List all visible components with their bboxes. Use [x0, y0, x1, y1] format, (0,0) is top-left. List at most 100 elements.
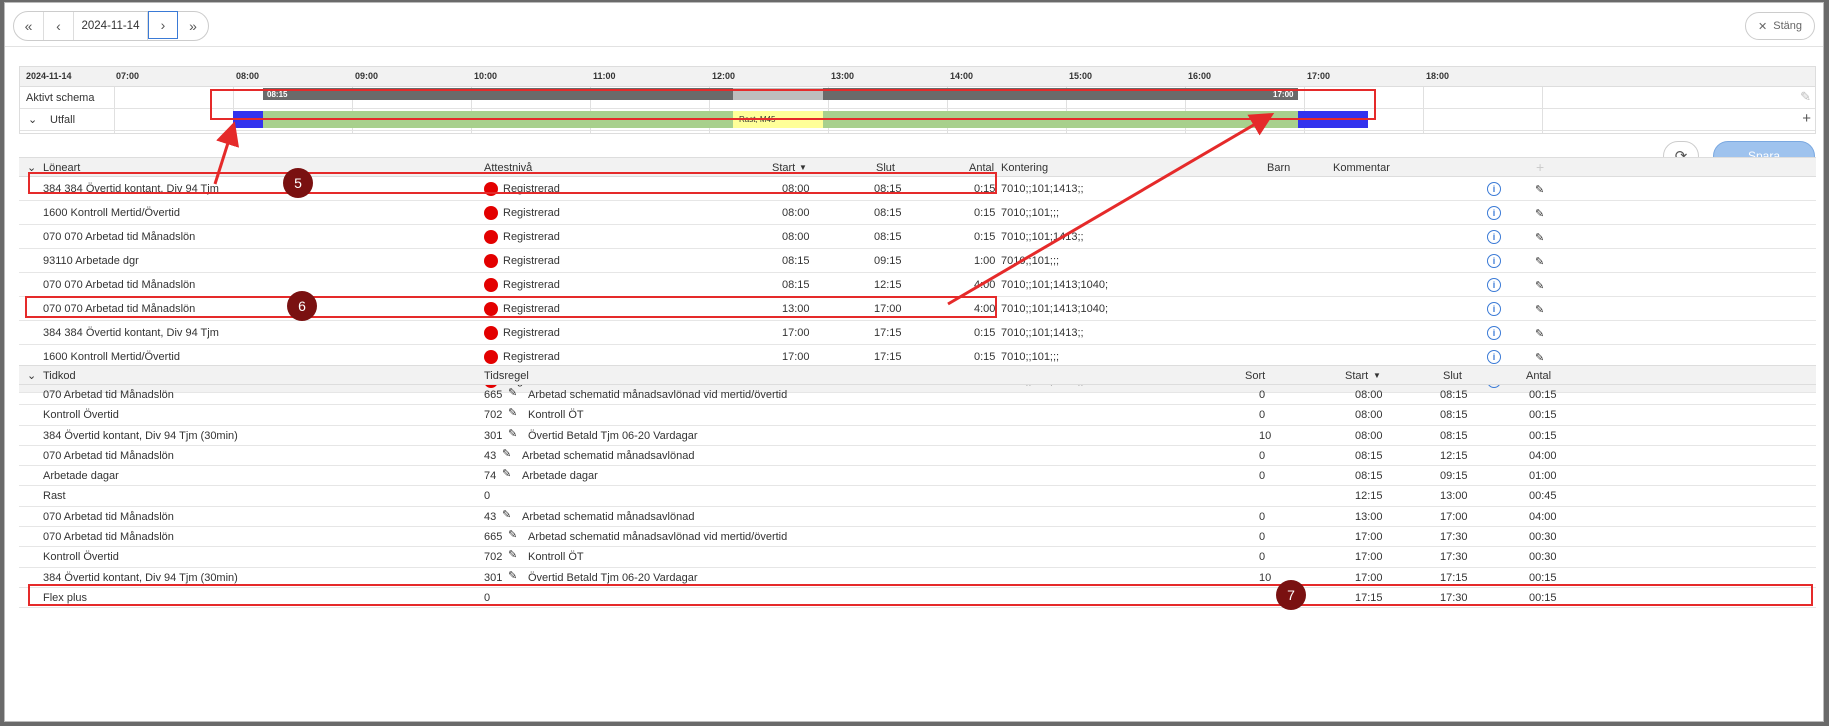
col-header[interactable]: Kontering: [1001, 162, 1048, 174]
sort-value: 0: [1259, 531, 1266, 544]
amount: 01:00: [1529, 470, 1557, 483]
close-button[interactable]: ✕ Stäng: [1745, 12, 1815, 40]
pencil-icon[interactable]: ✎: [508, 569, 517, 582]
pencil-icon[interactable]: ✎: [1535, 255, 1544, 268]
col-header[interactable]: Sort: [1245, 370, 1265, 382]
col-header[interactable]: Barn: [1267, 162, 1290, 174]
table-row[interactable]: 070 Arbetad tid Månadslön 665 ✎ Arbetad sch…: [19, 527, 1816, 548]
table-row[interactable]: Rast 0 12:15 13:00 00:45: [19, 486, 1816, 507]
pencil-icon[interactable]: ✎: [1535, 279, 1544, 292]
prev-day-icon[interactable]: ‹: [44, 12, 74, 40]
add-icon[interactable]: +: [1536, 159, 1544, 175]
table-row[interactable]: Kontroll Övertid 702 ✎ Kontroll ÖT 0 17:00 17:…: [19, 547, 1816, 568]
info-icon[interactable]: i: [1487, 278, 1501, 292]
pencil-icon[interactable]: ✎: [502, 467, 511, 480]
hour-label: 14:00: [950, 71, 974, 81]
pencil-icon[interactable]: ✎: [508, 386, 517, 399]
last-page-icon[interactable]: »: [178, 12, 208, 40]
rule-number: 74: [484, 470, 497, 483]
amount: 4:00: [974, 279, 996, 291]
chevron-down-icon[interactable]: ⌄: [28, 113, 37, 126]
pencil-icon[interactable]: ✎: [1535, 207, 1544, 220]
rule-text: Arbetad schematid månadsavlönad vid mert…: [528, 531, 788, 544]
amount: 0:15: [974, 231, 996, 243]
close-icon: ✕: [1758, 20, 1768, 33]
loneart-name: 1600 Kontroll Mertid/Övertid: [43, 351, 180, 363]
info-icon[interactable]: i: [1487, 230, 1501, 244]
end-time: 08:15: [1440, 409, 1468, 422]
pencil-icon[interactable]: ✎: [1535, 303, 1544, 316]
table-row[interactable]: 070 Arbetad tid Månadslön 665 ✎ Arbetad sch…: [19, 385, 1816, 406]
table-row[interactable]: 1600 Kontroll Mertid/Övertid Registrerad 0…: [19, 201, 1816, 225]
gantt-date: 2024-11-14: [26, 71, 72, 81]
status-dot-icon: [484, 254, 498, 268]
row-label: Utfall: [50, 114, 76, 126]
end-time: 17:15: [874, 351, 902, 363]
pencil-icon[interactable]: ✎: [1535, 183, 1544, 196]
info-icon[interactable]: i: [1487, 350, 1501, 364]
status-text: Registrerad: [503, 327, 560, 339]
pencil-icon[interactable]: ✎: [1535, 351, 1544, 364]
start-time: 17:00: [1355, 551, 1383, 564]
annotation-badge: 6: [287, 291, 317, 321]
pencil-icon[interactable]: ✎: [508, 406, 517, 419]
table-row[interactable]: 070 070 Arbetad tid Månadslön Registrerad…: [19, 273, 1816, 297]
table-row[interactable]: 384 Övertid kontant, Div 94 Tjm (30min) 3…: [19, 426, 1816, 446]
info-icon[interactable]: i: [1487, 206, 1501, 220]
kontering: 7010;;101;1413;;: [1001, 231, 1084, 243]
hour-label: 17:00: [1307, 71, 1331, 81]
end-time: 08:15: [1440, 429, 1468, 442]
loneart-rows: 384 384 Övertid kontant, Div 94 Tjm Regis…: [19, 177, 1816, 393]
col-header[interactable]: Tidkod: [43, 370, 76, 382]
tidkod-name: Rast: [43, 490, 66, 503]
chevron-down-icon[interactable]: ⌄: [27, 369, 36, 382]
kontering: 7010;;101;1413;;: [1001, 327, 1084, 339]
info-icon[interactable]: i: [1487, 182, 1501, 196]
pencil-icon[interactable]: ✎: [1800, 89, 1811, 105]
add-icon[interactable]: +: [1802, 110, 1811, 127]
col-header[interactable]: Tidsregel: [484, 370, 529, 382]
pencil-icon[interactable]: ✎: [502, 508, 511, 521]
rule-number: 702: [484, 409, 503, 422]
col-header[interactable]: Slut: [1443, 370, 1462, 382]
col-header[interactable]: Kommentar: [1333, 162, 1390, 174]
info-icon[interactable]: i: [1487, 302, 1501, 316]
start-time: 08:15: [782, 255, 810, 267]
col-header[interactable]: Start: [1345, 370, 1368, 382]
rule-number: 665: [484, 531, 503, 544]
current-date[interactable]: 2024-11-14: [74, 12, 148, 40]
info-icon[interactable]: i: [1487, 326, 1501, 340]
info-icon[interactable]: i: [1487, 254, 1501, 268]
pencil-icon[interactable]: ✎: [1535, 231, 1544, 244]
pencil-icon[interactable]: ✎: [508, 548, 517, 561]
col-header[interactable]: Antal: [1526, 370, 1551, 382]
pencil-icon[interactable]: ✎: [502, 447, 511, 460]
table-row[interactable]: Arbetade dagar 74 ✎ Arbetade dagar 0 08:15 09:…: [19, 466, 1816, 487]
start-time: 17:00: [1355, 531, 1383, 544]
pencil-icon[interactable]: ✎: [1535, 327, 1544, 340]
next-day-icon[interactable]: ›: [148, 11, 178, 39]
table-row[interactable]: 93110 Arbetade dgr Registrerad 08:15 09:15 1…: [19, 249, 1816, 273]
kontering: 7010;;101;1413;;: [1001, 183, 1084, 195]
date-navigator: « ‹ 2024-11-14 › »: [13, 11, 209, 41]
status-text: Registrerad: [503, 207, 560, 219]
kontering: 7010;;101;1413;1040;: [1001, 279, 1109, 291]
hour-label: 11:00: [593, 71, 616, 81]
table-row[interactable]: 384 384 Övertid kontant, Div 94 Tjm Regis…: [19, 321, 1816, 345]
status-dot-icon: [484, 206, 498, 220]
start-time: 08:00: [1355, 389, 1383, 401]
gantt-header: 2024-11-14 07:00 08:00 09:00 10:00 11:00…: [20, 67, 1815, 87]
rule-text: Arbetade dagar: [522, 470, 598, 483]
table-row[interactable]: 070 Arbetad tid Månadslön 43 ✎ Arbetad sche…: [19, 446, 1816, 467]
sort-value: 0: [1259, 470, 1266, 483]
table-row[interactable]: 070 Arbetad tid Månadslön 43 ✎ Arbetad sche…: [19, 507, 1816, 528]
tidkod-name: 070 Arbetad tid Månadslön: [43, 389, 174, 401]
start-time: 08:00: [782, 207, 810, 219]
pencil-icon[interactable]: ✎: [508, 427, 517, 440]
end-time: 17:30: [1440, 551, 1468, 564]
first-page-icon[interactable]: «: [14, 12, 44, 40]
table-row[interactable]: Kontroll Övertid 702 ✎ Kontroll ÖT 0 08:00 08:…: [19, 405, 1816, 426]
table-row[interactable]: 070 070 Arbetad tid Månadslön Registrerad…: [19, 225, 1816, 249]
time-dialog: « ‹ 2024-11-14 › » ✕ Stäng 2024-11-14 07…: [4, 2, 1824, 722]
pencil-icon[interactable]: ✎: [508, 528, 517, 541]
